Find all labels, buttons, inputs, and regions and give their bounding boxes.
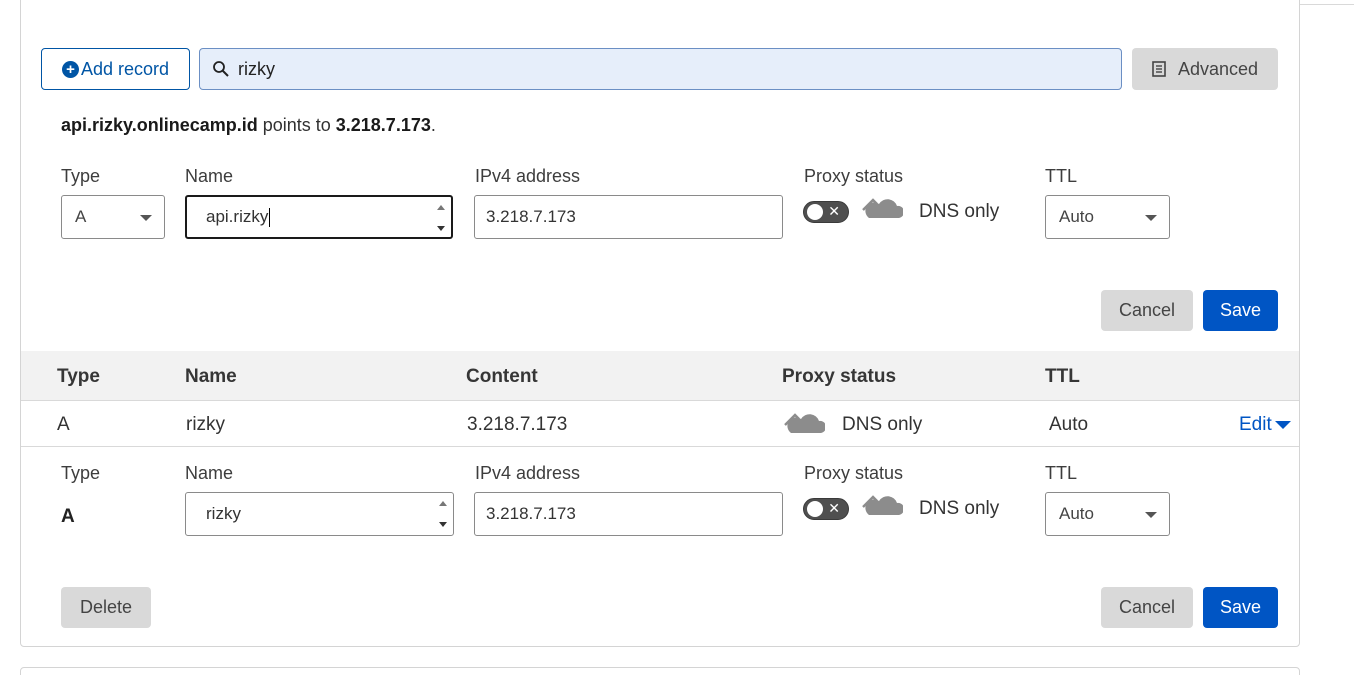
edit-name-input[interactable]: rizky — [185, 492, 454, 536]
caret-down-icon — [1274, 421, 1291, 429]
advanced-button[interactable]: Advanced — [1132, 48, 1278, 90]
document-icon — [1152, 61, 1166, 77]
proxy-toggle[interactable]: ✕ — [803, 201, 849, 223]
preview-middle: points to — [257, 115, 336, 135]
cell-ttl: Auto — [1049, 414, 1089, 435]
table-row[interactable]: A rizky 3.218.7.173 DNS only Auto Edit — [21, 401, 1299, 447]
cell-content: 3.218.7.173 — [467, 414, 568, 435]
caret-down-icon — [140, 215, 152, 221]
name-label: Name — [185, 166, 234, 186]
records-table-header: Type Name Content Proxy status TTL — [21, 351, 1299, 401]
cancel-button[interactable]: Cancel — [1101, 290, 1193, 331]
search-icon — [213, 61, 229, 77]
proxy-status-text: DNS only — [919, 201, 1000, 222]
cell-proxy: DNS only — [842, 414, 923, 435]
add-record-button[interactable]: + Add record — [41, 48, 190, 90]
dns-only-cloud-icon — [862, 198, 903, 218]
type-select-value: A — [75, 207, 87, 226]
cell-name: rizky — [186, 414, 226, 435]
delete-button[interactable]: Delete — [61, 587, 151, 628]
toggle-knob — [807, 501, 823, 517]
edit-proxy-toggle[interactable]: ✕ — [803, 498, 849, 520]
edit-label: Edit — [1239, 414, 1272, 435]
toggle-off-icon: ✕ — [828, 500, 840, 516]
stepper-down-icon[interactable] — [437, 226, 445, 231]
proxy-status-label: Proxy status — [804, 166, 904, 186]
header-name[interactable]: Name — [185, 366, 237, 388]
dns-only-cloud-icon — [862, 495, 903, 515]
name-input[interactable]: api.rizky — [185, 195, 453, 239]
edit-name-label: Name — [185, 463, 234, 483]
edit-name-stepper[interactable] — [439, 499, 447, 529]
edit-ttl-label: TTL — [1045, 463, 1078, 483]
edit-ttl-select-value: Auto — [1059, 504, 1094, 523]
edit-save-button[interactable]: Save — [1203, 587, 1278, 628]
toggle-knob — [807, 204, 823, 220]
add-record-label: Add record — [80, 58, 170, 79]
caret-down-icon — [1145, 215, 1157, 221]
dns-only-cloud-icon — [784, 413, 825, 433]
edit-link[interactable]: Edit — [1239, 414, 1291, 436]
header-proxy-status[interactable]: Proxy status — [782, 366, 896, 388]
stepper-down-icon[interactable] — [439, 522, 447, 527]
save-button[interactable]: Save — [1203, 290, 1278, 331]
ipv4-label: IPv4 address — [475, 166, 581, 186]
top-divider — [1299, 4, 1354, 5]
preview-end: . — [430, 115, 436, 135]
edit-cancel-button[interactable]: Cancel — [1101, 587, 1193, 628]
ipv4-input[interactable]: 3.218.7.173 — [474, 195, 783, 239]
edit-proxy-status-text: DNS only — [919, 498, 1000, 519]
name-input-value: api.rizky — [206, 207, 269, 226]
preview-ip: 3.218.7.173 — [335, 115, 431, 135]
caret-down-icon — [1145, 512, 1157, 518]
edit-ttl-select[interactable]: Auto — [1045, 492, 1170, 536]
name-stepper[interactable] — [437, 203, 445, 233]
ttl-select[interactable]: Auto — [1045, 195, 1170, 239]
search-input[interactable] — [238, 58, 1088, 80]
record-preview: api.rizky.onlinecamp.id points to 3.218.… — [61, 115, 436, 136]
ipv4-input-value: 3.218.7.173 — [486, 207, 576, 226]
edit-proxy-status-label: Proxy status — [804, 463, 904, 483]
ttl-label: TTL — [1045, 166, 1078, 186]
cell-type: A — [57, 414, 70, 435]
ttl-select-value: Auto — [1059, 207, 1094, 226]
edit-ipv4-input-value: 3.218.7.173 — [486, 504, 576, 523]
toggle-off-icon: ✕ — [828, 203, 840, 219]
header-type[interactable]: Type — [57, 366, 100, 388]
advanced-label: Advanced — [1177, 58, 1259, 79]
next-panel — [20, 667, 1300, 675]
plus-circle-icon: + — [61, 60, 79, 78]
text-cursor — [269, 207, 271, 227]
edit-ipv4-input[interactable]: 3.218.7.173 — [474, 492, 783, 536]
search-bar[interactable] — [199, 48, 1122, 90]
edit-type-label: Type — [61, 463, 101, 483]
edit-type-value: A — [61, 506, 75, 527]
type-label: Type — [61, 166, 101, 186]
type-select[interactable]: A — [61, 195, 165, 239]
stepper-up-icon[interactable] — [437, 205, 445, 210]
preview-host: api.rizky.onlinecamp.id — [61, 115, 258, 135]
edit-ipv4-label: IPv4 address — [475, 463, 581, 483]
header-ttl[interactable]: TTL — [1045, 366, 1080, 388]
header-content[interactable]: Content — [466, 366, 538, 388]
stepper-up-icon[interactable] — [439, 501, 447, 506]
edit-name-input-value: rizky — [206, 504, 241, 523]
